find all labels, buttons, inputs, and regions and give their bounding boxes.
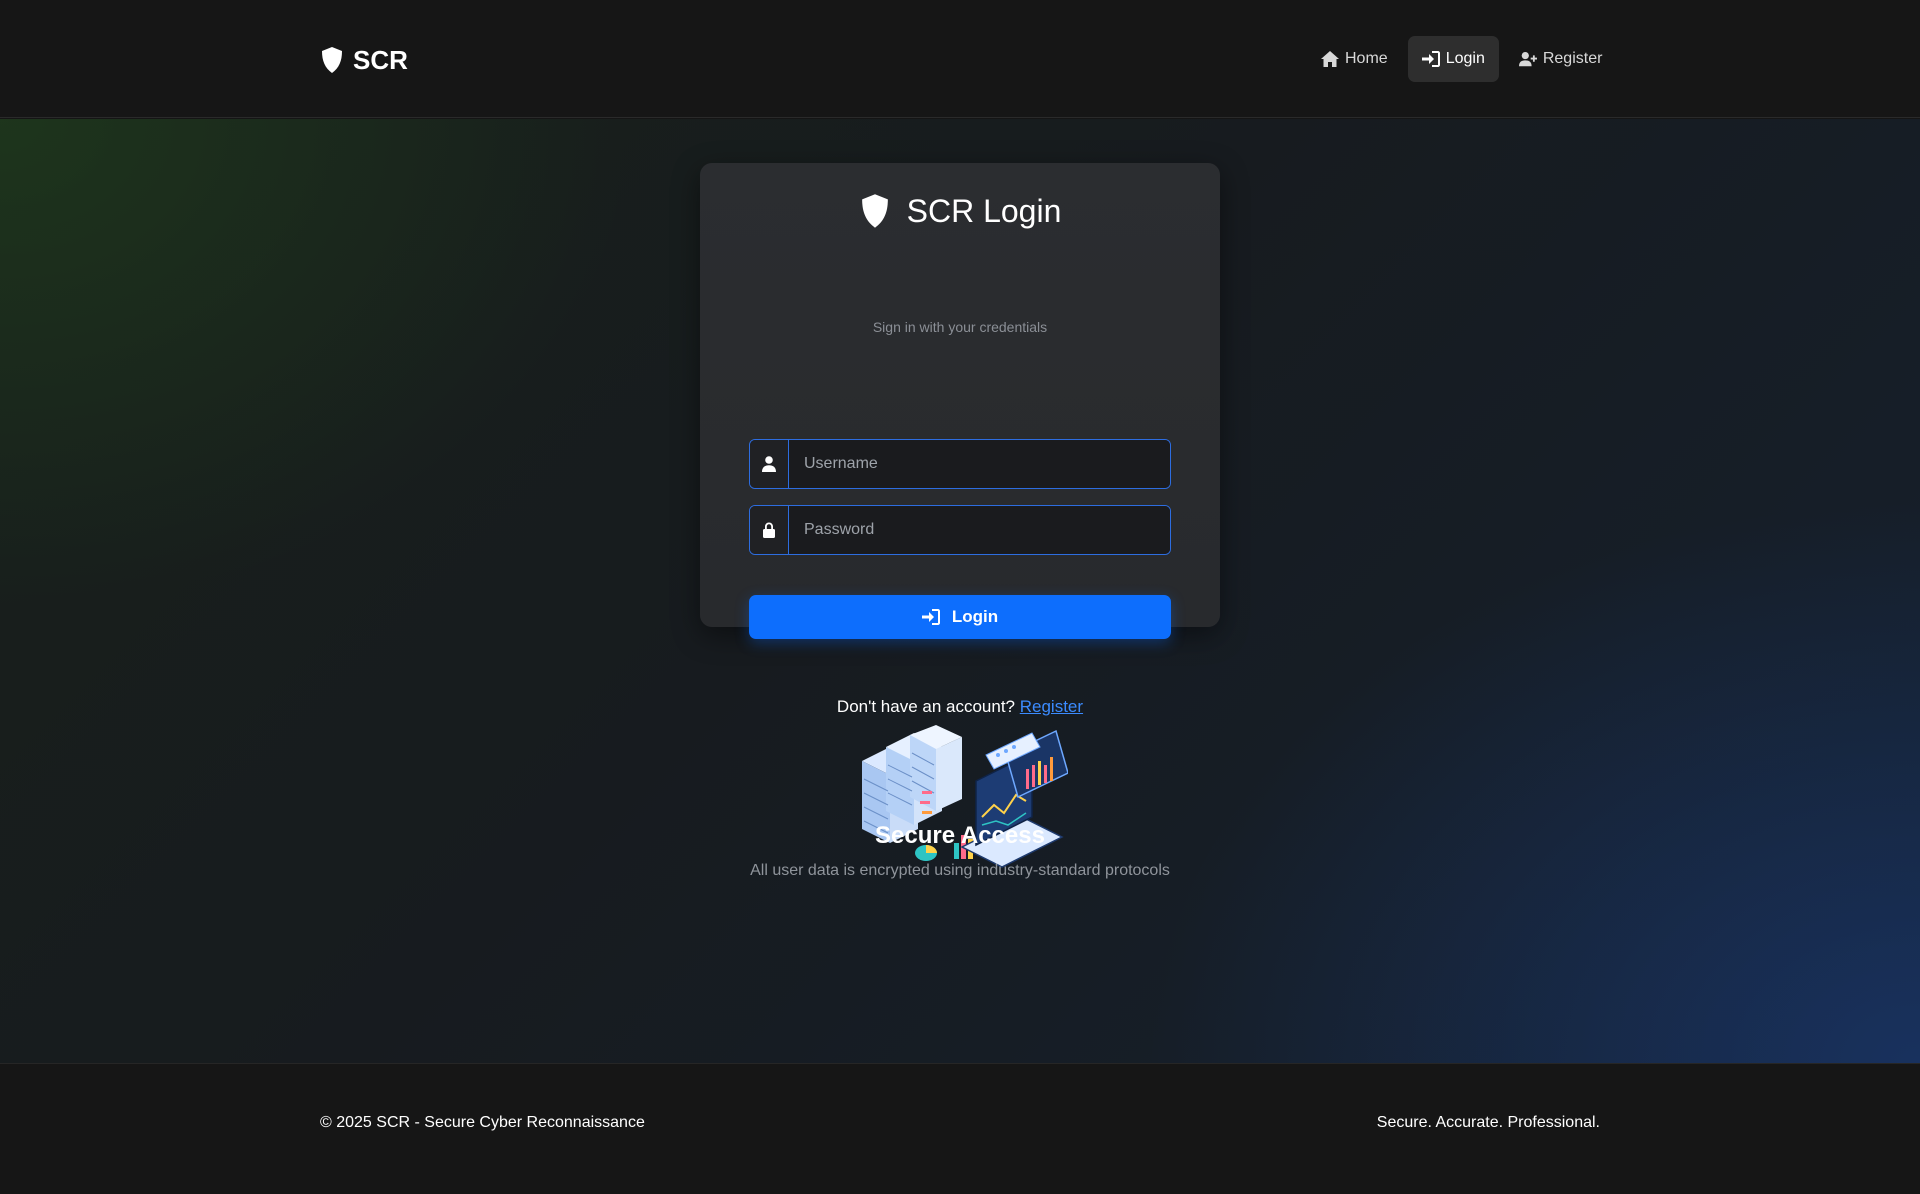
signup-line: Don't have an account? Register: [700, 697, 1220, 717]
login-button-label: Login: [951, 607, 999, 626]
login-icon: [921, 609, 940, 625]
brand-name: SCR: [353, 44, 408, 75]
login-icon: [1421, 51, 1440, 67]
main-nav: Home Login Register: [1307, 36, 1616, 82]
nav-register[interactable]: Register: [1505, 36, 1617, 82]
nav-register-label: Register: [1542, 50, 1603, 67]
username-addon: [750, 440, 789, 488]
register-link[interactable]: Register: [1020, 697, 1083, 716]
navbar: SCR Home Login Register: [0, 0, 1920, 118]
brand-logo[interactable]: SCR: [320, 44, 408, 76]
shield-icon: [322, 47, 342, 73]
card-subtitle: Sign in with your credentials: [872, 319, 1048, 335]
card-title: SCR Login: [700, 189, 1220, 233]
footer-copyright: © 2025 SCR - Secure Cyber Reconnaissance: [320, 1114, 645, 1131]
login-button[interactable]: Login: [749, 595, 1171, 639]
signup-prompt: Don't have an account?: [836, 697, 1016, 716]
nav-home[interactable]: Home: [1307, 36, 1402, 82]
shield-icon: [861, 194, 888, 228]
footer: © 2025 SCR - Secure Cyber Reconnaissance…: [0, 1063, 1920, 1194]
nav-home-label: Home: [1345, 50, 1388, 67]
nav-login-label: Login: [1445, 50, 1485, 67]
nav-login[interactable]: Login: [1407, 36, 1499, 82]
server-laptop-illustration: [862, 725, 1068, 868]
user-plus-icon: [1518, 51, 1537, 67]
password-field: [749, 505, 1171, 555]
password-addon: [750, 506, 789, 554]
main-content: SCR Login Sign in with your credentials: [0, 119, 1920, 1063]
info-subtitle: All user data is encrypted using industr…: [750, 862, 1170, 879]
username-input[interactable]: [789, 440, 1170, 488]
home-icon: [1321, 51, 1339, 67]
login-card: SCR Login Sign in with your credentials: [700, 163, 1220, 716]
username-field: [749, 439, 1171, 489]
card-title-text: SCR Login: [906, 192, 1062, 229]
lock-icon: [763, 522, 775, 538]
info-title: Secure Access: [875, 822, 1045, 849]
user-icon: [762, 456, 776, 472]
footer-tagline: Secure. Accurate. Professional.: [1376, 1114, 1600, 1131]
password-input[interactable]: [789, 506, 1170, 554]
